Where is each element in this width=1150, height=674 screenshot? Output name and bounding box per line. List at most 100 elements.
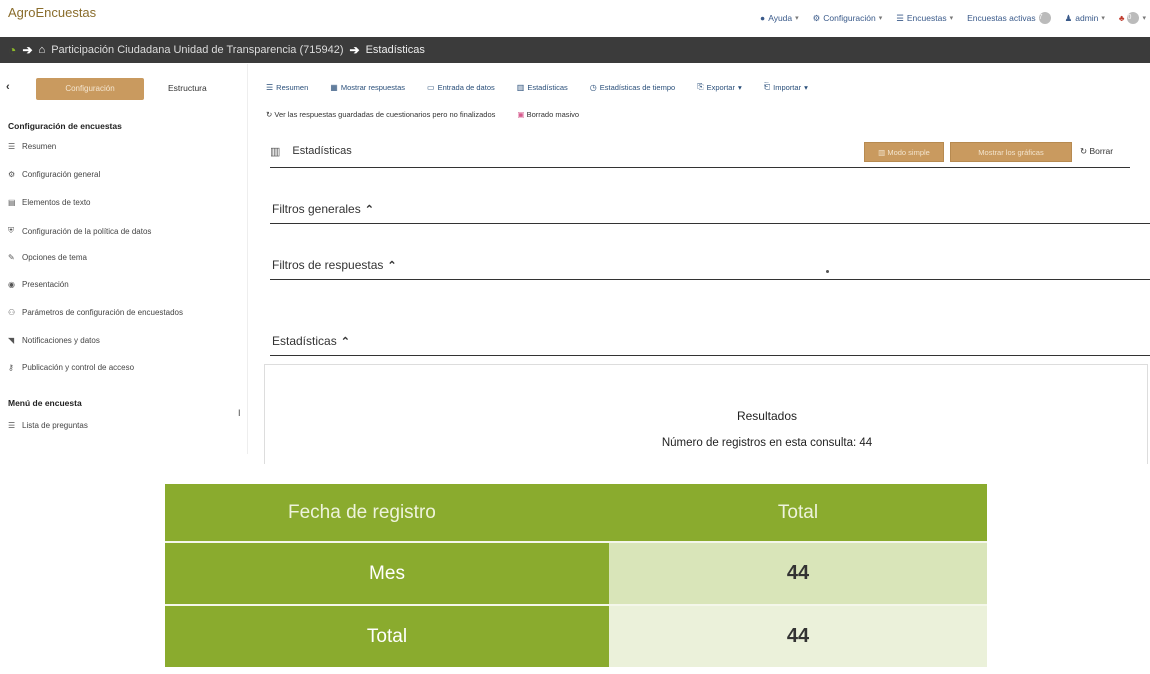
toolbar-label: Exportar	[706, 82, 735, 92]
file-text-icon: ▤	[8, 198, 16, 207]
toolbar-label: Estadísticas	[527, 82, 568, 92]
brush-icon: ✎	[8, 253, 15, 262]
show-graphs-button[interactable]: Mostrar los gráficas	[950, 142, 1072, 162]
export-icon: ⎘	[697, 82, 704, 91]
breadcrumb: ◔ ➔ ⌂ Participación Ciudadana Unidad de …	[0, 37, 1150, 63]
list-icon: ☰	[8, 142, 16, 151]
surveys-menu[interactable]: ☰ Encuestas ▾	[896, 13, 953, 24]
top-nav-menu: ● Ayuda ▾ ⚙ Configuración ▾ ☰ Encuestas ▾ Encu…	[760, 12, 1146, 24]
sidebar-item-data-policy[interactable]: ⛨ Configuración de la política de datos	[8, 226, 151, 236]
results-table: Fecha de registro Total Mes 44 Total 44	[165, 484, 987, 671]
home-icon[interactable]: ⌂	[39, 44, 46, 56]
arrow-right-icon: ➔	[22, 43, 33, 57]
list-icon: ☰	[8, 421, 16, 430]
key-icon: ⚷	[8, 363, 14, 372]
toolbar-export-menu[interactable]: ⎘ Exportar ▾	[697, 82, 742, 92]
tab-structure[interactable]: Estructura	[168, 83, 207, 93]
statistics-toolbar: ☰ Resumen ▦ Mostrar respuestas ▭ Entrada de…	[266, 82, 808, 92]
bar-chart-icon: ▥	[516, 82, 525, 92]
gears-icon: ⚙	[8, 170, 16, 179]
sidebar-item-presentation[interactable]: ◉ Presentación	[8, 280, 69, 289]
response-filters-label: Filtros de respuestas	[272, 258, 384, 272]
table-header-date: Fecha de registro	[165, 484, 609, 541]
sidebar-item-general-config[interactable]: ⚙ Configuración general	[8, 170, 100, 179]
config-menu[interactable]: ⚙ Configuración ▾	[813, 13, 883, 24]
chevron-up-icon: ⌃	[364, 203, 374, 216]
sidebar-item-text-elements[interactable]: ▤ Elementos de texto	[8, 198, 90, 207]
sidebar-item-respondent-settings[interactable]: ⚇ Parámetros de configuración de encuesta…	[8, 308, 183, 317]
general-filters-section[interactable]: Filtros generales ⌃	[270, 198, 1150, 224]
table-row-label: Total	[165, 606, 609, 667]
top-navbar: AgroEncuestas ● Ayuda ▾ ⚙ Configuración ▾ ☰ E…	[0, 0, 1150, 36]
toolbar-statistics-button[interactable]: ▥ Estadísticas	[517, 82, 568, 92]
clear-button[interactable]: ↻ Borrar	[1080, 146, 1113, 157]
toolbar-import-menu[interactable]: ⎗ Importar ▾	[764, 82, 808, 92]
survey-logo-icon: ◔	[8, 42, 17, 58]
eye-icon: ◉	[8, 280, 15, 289]
caret-down-icon: ▾	[949, 15, 954, 22]
active-surveys-link[interactable]: Encuestas activas 7	[967, 12, 1051, 24]
user-icon: ♟	[1064, 12, 1073, 23]
keyboard-icon: ▭	[427, 82, 435, 92]
general-filters-label: Filtros generales	[272, 202, 361, 216]
surveys-label: Encuestas	[906, 13, 947, 23]
toolbar-label: Importar	[773, 82, 802, 92]
table-row-label: Mes	[165, 543, 609, 604]
simple-mode-button[interactable]: ▥ Modo simple	[864, 142, 944, 162]
list-icon: ☰	[896, 12, 904, 23]
section-config-heading: Configuración de encuestas	[8, 121, 122, 131]
caret-down-icon: ▾	[1142, 15, 1146, 22]
mass-delete-button[interactable]: ▣ Borrado masivo	[517, 110, 579, 119]
breadcrumb-survey-link[interactable]: Participación Ciudadana Unidad de Transp…	[51, 44, 343, 56]
sidebar-item-question-list[interactable]: ☰ Lista de preguntas	[8, 421, 88, 430]
breadcrumb-current: Estadísticas	[365, 44, 425, 56]
toolbar-summary-button[interactable]: ☰ Resumen	[266, 82, 308, 92]
saved-unfinished-label: Ver las respuestas guardadas de cuestion…	[274, 110, 496, 119]
toolbar-data-entry-button[interactable]: ▭ Entrada de datos	[427, 82, 495, 92]
toolbar-label: Resumen	[276, 82, 309, 92]
sidebar-item-label: Notificaciones y datos	[22, 336, 100, 345]
toolbar-time-statistics-button[interactable]: ◷ Estadísticas de tiempo	[590, 82, 675, 92]
bell-icon: ♣	[1118, 13, 1125, 23]
caret-down-icon: ▾	[878, 15, 883, 22]
sidebar-item-notifications[interactable]: ◥ Notificaciones y datos	[8, 336, 100, 345]
arrow-right-icon: ➔	[349, 43, 360, 57]
secondary-toolbar: ↻ Ver las respuestas guardadas de cuesti…	[266, 110, 579, 119]
notifications-menu[interactable]: ♣ 0 ▾	[1119, 12, 1146, 24]
statistics-section[interactable]: Estadísticas ⌃	[270, 330, 1150, 356]
page-title: ▥ Estadísticas	[270, 145, 352, 158]
help-label: Ayuda	[768, 13, 793, 23]
saved-unfinished-link[interactable]: ↻ Ver las respuestas guardadas de cuesti…	[266, 110, 495, 119]
table-header-total: Total	[609, 484, 987, 541]
list-icon: ☰	[266, 82, 274, 92]
results-title: Resultados	[736, 409, 798, 423]
question-circle-icon: ●	[760, 13, 766, 23]
sidebar-item-label: Opciones de tema	[22, 253, 87, 262]
sidebar-item-label: Publicación y control de acceso	[22, 363, 135, 372]
mass-delete-label: Borrado masivo	[526, 110, 580, 119]
toolbar-show-responses-button[interactable]: ▦ Mostrar respuestas	[330, 82, 405, 92]
tab-configuration[interactable]: Configuración	[36, 78, 144, 100]
scroll-dot	[826, 270, 829, 273]
shield-icon: ⛨	[8, 226, 14, 235]
table-row-value: 44	[609, 543, 987, 604]
brand-logo[interactable]: AgroEncuestas	[8, 5, 96, 20]
help-menu[interactable]: ● Ayuda ▾	[760, 13, 799, 23]
gears-icon: ⚙	[812, 12, 821, 23]
page-title-text: Estadísticas	[292, 145, 352, 157]
clear-label: Borrar	[1089, 146, 1114, 156]
sidebar-item-publication-access[interactable]: ⚷ Publicación y control de acceso	[8, 363, 134, 372]
active-count-badge: 7	[1038, 12, 1051, 24]
import-icon: ⎗	[763, 82, 771, 91]
user-label: admin	[1075, 13, 1099, 23]
collapse-sidebar-icon[interactable]: ‹	[6, 81, 10, 93]
sidebar-item-theme-options[interactable]: ✎ Opciones de tema	[8, 253, 87, 262]
sidebar-item-summary[interactable]: ☰ Resumen	[8, 142, 56, 151]
response-filters-section[interactable]: Filtros de respuestas ⌃	[270, 254, 1150, 280]
toolbar-label: Estadísticas de tiempo	[599, 82, 676, 92]
sidebar-item-label: Elementos de texto	[22, 198, 91, 207]
sidebar-item-label: Configuración general	[22, 170, 101, 179]
table-icon: ▦	[330, 82, 338, 92]
user-menu[interactable]: ♟ admin ▾	[1065, 13, 1105, 24]
refresh-icon: ↻	[1080, 146, 1088, 156]
